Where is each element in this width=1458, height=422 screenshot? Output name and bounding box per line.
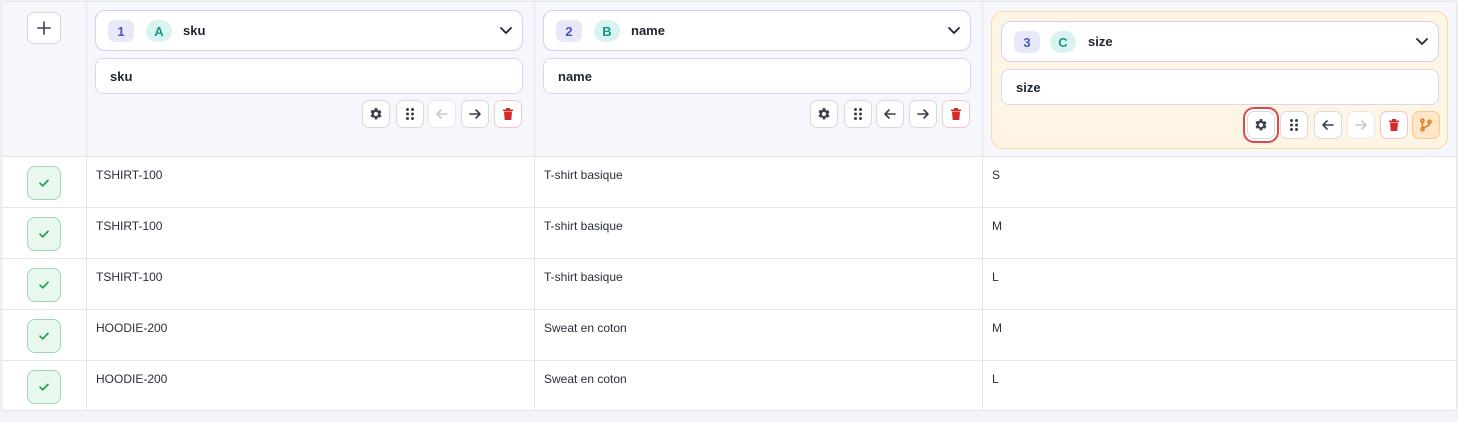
check-icon <box>39 230 49 238</box>
move-left-button[interactable] <box>876 100 904 128</box>
delete-column-button[interactable] <box>494 100 522 128</box>
move-right-button[interactable] <box>909 100 937 128</box>
table-row: HOODIE-200 Sweat en coton M <box>2 310 1456 361</box>
chevron-down-icon <box>948 27 960 34</box>
cell-name: T-shirt basique <box>544 168 623 182</box>
arrow-right-icon <box>469 109 481 119</box>
settings-button[interactable] <box>1247 111 1275 139</box>
column-card-size: 3 C size <box>991 11 1448 149</box>
column-card-sku: 1 A sku <box>95 10 523 132</box>
cell-sku: TSHIRT-100 <box>96 270 163 284</box>
branch-button[interactable] <box>1412 111 1440 139</box>
move-left-button[interactable] <box>1314 111 1342 139</box>
cell-name: T-shirt basique <box>544 219 623 233</box>
cell-name: Sweat en coton <box>544 372 627 386</box>
row-status-check[interactable] <box>27 319 61 353</box>
column-name-input-sku[interactable] <box>95 58 523 94</box>
column-letter-badge: A <box>146 20 172 42</box>
cell-size: S <box>992 168 1001 182</box>
column-title: sku <box>183 23 206 38</box>
arrow-right-icon <box>1355 120 1367 130</box>
column-name-input-name[interactable] <box>543 58 971 94</box>
add-column-button[interactable] <box>27 12 61 44</box>
column-letter-badge: B <box>594 20 620 42</box>
cell-name: T-shirt basique <box>544 270 623 284</box>
table-row: TSHIRT-100 T-shirt basique L <box>2 259 1456 310</box>
gear-icon <box>818 108 830 120</box>
trash-icon <box>1389 119 1399 131</box>
settings-button[interactable] <box>362 100 390 128</box>
arrow-left-icon <box>1322 120 1334 130</box>
row-status-check[interactable] <box>27 268 61 302</box>
settings-button[interactable] <box>810 100 838 128</box>
trash-icon <box>951 108 961 120</box>
cell-size: L <box>992 270 999 284</box>
column-select-sku[interactable]: 1 A sku <box>95 10 523 51</box>
cell-size: L <box>992 372 999 386</box>
chevron-down-icon <box>1416 38 1428 45</box>
column-select-size[interactable]: 3 C size <box>1001 21 1439 62</box>
row-status-check[interactable] <box>27 370 61 404</box>
arrow-left-icon <box>884 109 896 119</box>
mapping-table: 1 A sku sku 2 B name name 3 C size size … <box>1 1 1457 411</box>
column-name-input-size[interactable] <box>1001 69 1439 105</box>
arrow-right-icon <box>917 109 929 119</box>
cell-size: M <box>992 321 1002 335</box>
column-title: name <box>631 23 665 38</box>
chevron-down-icon <box>500 27 512 34</box>
check-icon <box>39 281 49 289</box>
drag-handle-icon <box>1290 119 1298 131</box>
drag-handle-icon <box>854 108 862 120</box>
gear-icon <box>370 108 382 120</box>
move-left-button[interactable] <box>428 100 456 128</box>
header-row: 1 A sku sku 2 B name name 3 C size size <box>2 2 1456 157</box>
plus-icon <box>37 21 51 35</box>
cell-sku: HOODIE-200 <box>96 321 168 335</box>
git-branch-icon <box>1420 118 1432 132</box>
gear-icon <box>1255 119 1267 131</box>
cell-sku: TSHIRT-100 <box>96 219 163 233</box>
cell-sku: HOODIE-200 <box>96 372 168 386</box>
table-row: HOODIE-200 Sweat en coton L <box>2 361 1456 410</box>
check-icon <box>39 383 49 391</box>
cell-sku: TSHIRT-100 <box>96 168 163 182</box>
table-row: TSHIRT-100 T-shirt basique S <box>2 157 1456 208</box>
move-right-button[interactable] <box>461 100 489 128</box>
cell-size: M <box>992 219 1002 233</box>
check-icon <box>39 179 49 187</box>
move-right-button[interactable] <box>1347 111 1375 139</box>
cell-name: Sweat en coton <box>544 321 627 335</box>
column-card-name: 2 B name <box>543 10 971 132</box>
drag-handle-icon <box>406 108 414 120</box>
column-index-badge: 2 <box>556 20 582 42</box>
column-select-name[interactable]: 2 B name <box>543 10 971 51</box>
drag-handle-button[interactable] <box>1280 111 1308 139</box>
column-index-badge: 3 <box>1014 31 1040 53</box>
column-index-badge: 1 <box>108 20 134 42</box>
row-status-check[interactable] <box>27 217 61 251</box>
column-title: size <box>1088 34 1113 49</box>
drag-handle-button[interactable] <box>396 100 424 128</box>
check-icon <box>39 332 49 340</box>
table-row: TSHIRT-100 T-shirt basique M <box>2 208 1456 259</box>
drag-handle-button[interactable] <box>844 100 872 128</box>
row-status-check[interactable] <box>27 166 61 200</box>
delete-column-button[interactable] <box>942 100 970 128</box>
delete-column-button[interactable] <box>1380 111 1408 139</box>
trash-icon <box>503 108 513 120</box>
arrow-left-icon <box>436 109 448 119</box>
column-letter-badge: C <box>1050 31 1076 53</box>
